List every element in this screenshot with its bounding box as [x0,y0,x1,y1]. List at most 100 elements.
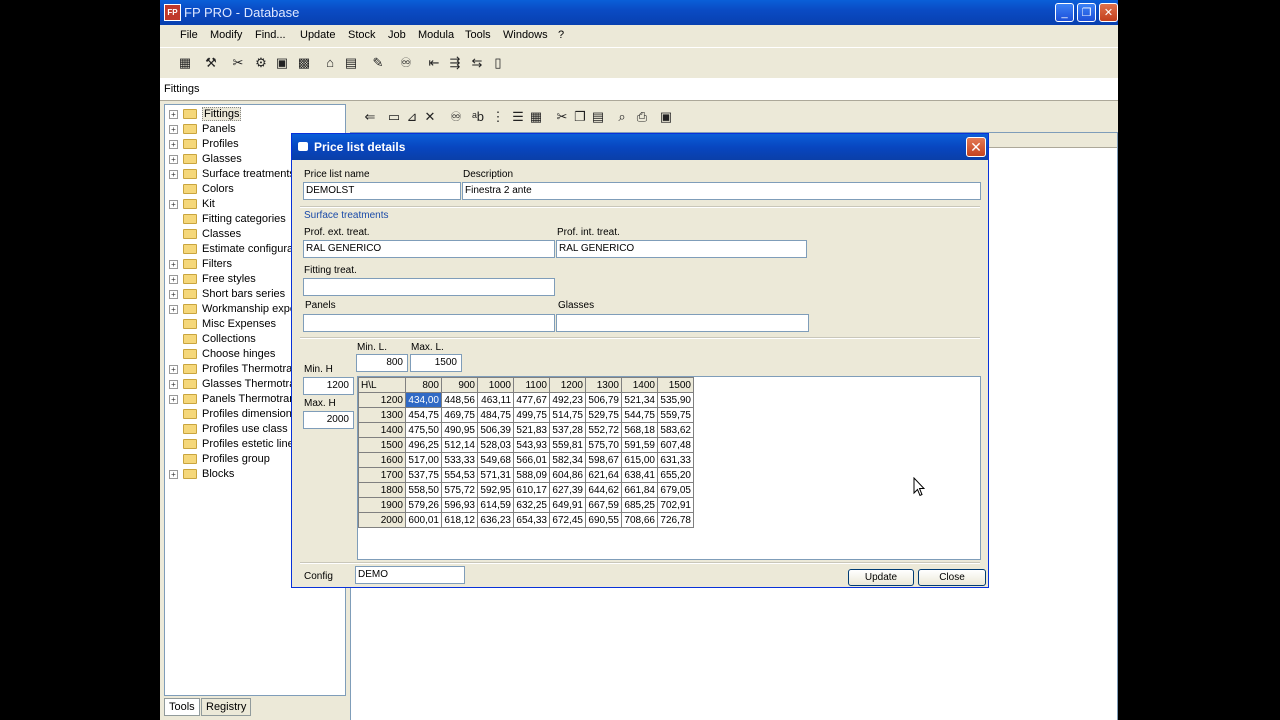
price-cell[interactable]: 638,41 [621,467,658,483]
price-cell[interactable]: 649,91 [549,497,586,513]
build-icon[interactable]: ⌂ [322,55,338,71]
price-cell[interactable]: 535,90 [657,392,694,408]
expand-icon[interactable]: + [169,125,178,134]
height-row-header[interactable]: 2000 [358,512,406,528]
price-cell[interactable]: 490,95 [441,422,478,438]
list-icon[interactable]: ☰ [510,109,526,125]
price-cell[interactable]: 506,79 [585,392,622,408]
expand-icon[interactable]: + [169,380,178,389]
price-cell[interactable]: 679,05 [657,482,694,498]
close-button[interactable]: Close [918,569,986,586]
price-cell[interactable]: 506,39 [477,422,514,438]
grid-icon[interactable]: ▦ [177,55,193,71]
price-cell[interactable]: 726,78 [657,512,694,528]
price-cell[interactable]: 596,93 [441,497,478,513]
grid-view-icon[interactable]: ▦ [528,109,544,125]
price-cell[interactable]: 631,33 [657,452,694,468]
width-column-header[interactable]: 1400 [621,377,658,393]
price-cell[interactable]: 615,00 [621,452,658,468]
price-cell[interactable]: 517,00 [405,452,442,468]
price-cell[interactable]: 579,26 [405,497,442,513]
expand-icon[interactable]: + [169,260,178,269]
description-input[interactable]: Finestra 2 ante [462,182,981,200]
menu-file[interactable]: File [180,29,198,41]
max-l-input[interactable]: 1500 [410,354,462,372]
tab-tools[interactable]: Tools [164,698,200,716]
tree-icon[interactable]: ⋮ [490,109,506,125]
min-l-input[interactable]: 800 [356,354,408,372]
price-table[interactable]: H\L 800 900 1000 1100 1200 1300 1400 1500 1200 434… [358,377,694,528]
config-icon[interactable]: ⚙ [253,55,269,71]
height-row-header[interactable]: 1900 [358,497,406,513]
fitting-treat-input[interactable] [303,278,555,296]
price-cell[interactable]: 702,91 [657,497,694,513]
price-cell[interactable]: 583,62 [657,422,694,438]
height-row-header[interactable]: 1600 [358,452,406,468]
save-icon[interactable]: ▣ [658,109,674,125]
price-cell[interactable]: 521,83 [513,422,550,438]
price-cell[interactable]: 512,14 [441,437,478,453]
price-cell[interactable]: 492,23 [549,392,586,408]
price-cell[interactable]: 549,68 [477,452,514,468]
open-icon[interactable]: ⊿ [404,109,420,125]
height-row-header[interactable]: 1700 [358,467,406,483]
title-bar[interactable]: FP FP PRO - Database _ ❐ ✕ [160,0,1118,25]
align-icon[interactable]: ⇤ [426,55,442,71]
price-cell[interactable]: 667,59 [585,497,622,513]
max-h-input[interactable]: 2000 [303,411,354,429]
price-cell[interactable]: 690,55 [585,512,622,528]
price-list-name-input[interactable]: DEMOLST [303,182,461,200]
price-cell[interactable]: 454,75 [405,407,442,423]
menu-windows[interactable]: Windows [503,29,548,41]
price-cell[interactable]: 661,84 [621,482,658,498]
expand-icon[interactable]: + [169,140,178,149]
price-cell[interactable]: 618,12 [441,512,478,528]
delete-icon[interactable]: ✕ [422,109,438,125]
back-icon[interactable]: ⇐ [362,109,378,125]
width-column-header[interactable]: 800 [405,377,442,393]
price-cell[interactable]: 514,75 [549,407,586,423]
expand-icon[interactable]: + [169,305,178,314]
price-cell[interactable]: 537,28 [549,422,586,438]
width-column-header[interactable]: 1500 [657,377,694,393]
wrench-icon[interactable]: ✂ [230,55,246,71]
price-cell[interactable]: 654,33 [513,512,550,528]
price-cell[interactable]: 552,72 [585,422,622,438]
maximize-button[interactable]: ❐ [1077,3,1096,22]
menu-find[interactable]: Find... [255,29,286,41]
price-cell[interactable]: 521,34 [621,392,658,408]
price-cell[interactable]: 559,75 [657,407,694,423]
price-cell[interactable]: 463,11 [477,392,514,408]
width-column-header[interactable]: 1100 [513,377,550,393]
price-cell[interactable]: 499,75 [513,407,550,423]
menu-modula[interactable]: Modula [418,29,454,41]
price-cell[interactable]: 566,01 [513,452,550,468]
price-cell[interactable]: 559,81 [549,437,586,453]
price-cell[interactable]: 543,93 [513,437,550,453]
price-cell[interactable]: 621,64 [585,467,622,483]
price-cell[interactable]: 575,72 [441,482,478,498]
prof-ext-input[interactable]: RAL GENERICO [303,240,555,258]
price-cell[interactable]: 434,00 [405,392,442,408]
table-icon[interactable]: ▤ [343,55,359,71]
expand-icon[interactable]: + [169,110,178,119]
copy-icon[interactable]: ❐ [572,109,588,125]
price-cell[interactable]: 600,01 [405,512,442,528]
price-cell[interactable]: 448,56 [441,392,478,408]
price-cell[interactable]: 636,23 [477,512,514,528]
price-grid[interactable]: H\L 800 900 1000 1100 1200 1300 1400 1500 1200 434… [357,376,981,560]
price-cell[interactable]: 627,39 [549,482,586,498]
tools-icon[interactable]: ⚒ [203,55,219,71]
price-cell[interactable]: 644,62 [585,482,622,498]
expand-icon[interactable]: + [169,365,178,374]
tree-item[interactable]: + Fittings [165,107,345,122]
binoculars-icon[interactable]: ♾ [398,55,414,71]
height-row-header[interactable]: 1400 [358,422,406,438]
glasses-input[interactable] [556,314,809,332]
update-button[interactable]: Update [848,569,914,586]
expand-icon[interactable]: + [169,290,178,299]
price-cell[interactable]: 544,75 [621,407,658,423]
price-cell[interactable]: 672,45 [549,512,586,528]
expand-icon[interactable]: + [169,275,178,284]
frame-icon[interactable]: ▩ [296,55,312,71]
